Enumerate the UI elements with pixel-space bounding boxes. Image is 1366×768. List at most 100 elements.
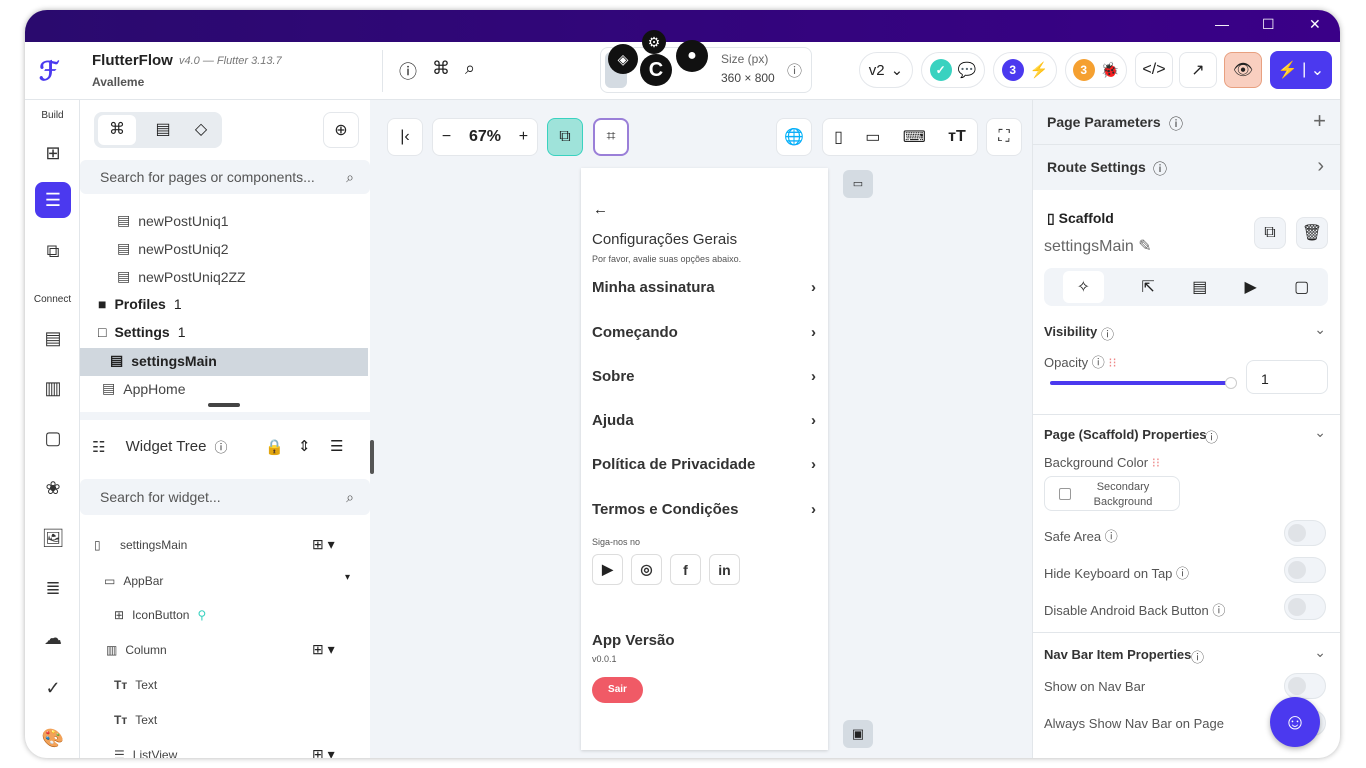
- add-icon[interactable]: +: [1313, 108, 1326, 134]
- settings-item[interactable]: Sobre ›: [592, 368, 816, 385]
- disable-back-toggle[interactable]: [1284, 594, 1326, 620]
- resize-handle[interactable]: [208, 403, 240, 407]
- image-icon[interactable]: 🖼: [35, 520, 71, 556]
- components-tab-icon[interactable]: ▤: [148, 115, 178, 145]
- lock-icon[interactable]: 🔒: [265, 438, 284, 456]
- media-icon[interactable]: ▢: [35, 420, 71, 456]
- theme-icon[interactable]: ❀: [35, 470, 71, 506]
- add-child-icon[interactable]: ⊞ ▾: [312, 641, 335, 658]
- edit-icon[interactable]: ✎: [1138, 238, 1151, 255]
- chevron-right-icon[interactable]: ›: [1317, 155, 1324, 178]
- doc-tab-icon[interactable]: ▢: [1294, 277, 1309, 297]
- cloud-icon[interactable]: ☁: [35, 620, 71, 656]
- chevron-down-icon[interactable]: ⌄: [1314, 424, 1326, 441]
- page-item[interactable]: ▤ newPostUniq2ZZ: [117, 268, 246, 285]
- folder-item[interactable]: □ Settings 1: [98, 324, 186, 340]
- tree-nodes-icon[interactable]: ⛶: [986, 118, 1022, 156]
- appbar-toggle-icon[interactable]: ▭: [843, 170, 873, 198]
- palette-icon[interactable]: 🎨: [35, 720, 71, 756]
- keyboard-icon[interactable]: ⌨: [903, 127, 926, 147]
- logout-button[interactable]: Sair: [592, 677, 643, 703]
- text-scale-icon[interactable]: тT: [948, 128, 966, 146]
- pages-tab-icon[interactable]: ⌘: [98, 115, 136, 145]
- widget-search-input[interactable]: Search for widget... ⌕: [80, 479, 370, 515]
- opacity-slider-thumb[interactable]: [1225, 377, 1237, 389]
- opacity-input[interactable]: 1: [1246, 360, 1328, 394]
- settings-item[interactable]: Começando ›: [592, 324, 816, 341]
- info-icon[interactable]: ⓘ: [1169, 114, 1183, 134]
- add-child-icon[interactable]: ⊞ ▾: [312, 536, 335, 553]
- page-selector-icon[interactable]: ☰: [35, 182, 71, 218]
- add-child-icon[interactable]: ⊞ ▾: [312, 746, 335, 758]
- settings-item[interactable]: Ajuda ›: [592, 412, 816, 429]
- safe-area-toggle[interactable]: [1284, 520, 1326, 546]
- route-settings-row[interactable]: Route Settings ⓘ ›: [1033, 145, 1340, 190]
- database-icon[interactable]: ▤: [35, 320, 71, 356]
- toggle-layers-icon[interactable]: ⧉: [547, 118, 583, 156]
- play-tab-icon[interactable]: ▶: [1245, 277, 1257, 297]
- properties-tab-icon[interactable]: ✧: [1062, 271, 1105, 303]
- navbar-toggle-icon[interactable]: ▣: [843, 720, 873, 748]
- chevron-down-icon[interactable]: ⌄: [1314, 644, 1326, 661]
- info-icon[interactable]: ⓘ: [215, 437, 228, 456]
- run-button[interactable]: ⚡ | ⌄: [1270, 51, 1332, 89]
- tree-node[interactable]: ▥ Column: [106, 643, 167, 657]
- back-arrow-icon[interactable]: ←: [593, 201, 608, 218]
- hide-keyboard-toggle[interactable]: [1284, 557, 1326, 583]
- info-icon[interactable]: ⓘ: [787, 60, 802, 81]
- facebook-icon[interactable]: f: [670, 554, 701, 585]
- page-search-input[interactable]: Search for pages or components... ⌕: [80, 160, 370, 194]
- tree-node[interactable]: ▯ settingsMain: [94, 538, 187, 552]
- linkedin-icon[interactable]: in: [709, 554, 740, 585]
- storyboard-icon[interactable]: ⧉: [35, 233, 71, 269]
- close-icon[interactable]: ✕: [1309, 16, 1321, 33]
- settings-item[interactable]: Termos e Condições ›: [592, 501, 816, 518]
- variable-icon[interactable]: ⁝⁝: [1152, 455, 1160, 470]
- maximize-icon[interactable]: ☐: [1262, 16, 1275, 33]
- info-icon[interactable]: ⓘ: [1205, 427, 1218, 446]
- add-widget-icon[interactable]: ⊞: [35, 135, 71, 171]
- gem-tab-icon[interactable]: ◇: [186, 115, 216, 145]
- actions-tab-icon[interactable]: ⇱: [1141, 277, 1154, 297]
- status-button[interactable]: ✓ 💬: [921, 52, 985, 88]
- version-select[interactable]: v2 ⌄: [859, 52, 913, 88]
- flutterflow-overlay-icon[interactable]: ◈: [608, 44, 638, 74]
- api-icon[interactable]: ▥: [35, 370, 71, 406]
- tree-node[interactable]: ☰ ListView: [114, 748, 177, 758]
- tree-node[interactable]: ▭ AppBar: [104, 574, 163, 588]
- delete-icon[interactable]: 🗑: [1296, 217, 1328, 249]
- settings-item[interactable]: Minha assinatura ›: [592, 279, 816, 296]
- code-icon[interactable]: </>: [1135, 52, 1173, 88]
- zoom-in-icon[interactable]: +: [519, 128, 528, 146]
- page-item[interactable]: ▤ newPostUniq1: [117, 212, 229, 229]
- chevron-down-icon[interactable]: ▾: [345, 572, 350, 583]
- collapse-panel-icon[interactable]: |‹: [387, 118, 423, 156]
- refresh-icon[interactable]: C: [640, 54, 672, 86]
- tree-node[interactable]: Tт Text: [114, 678, 157, 692]
- info-icon[interactable]: ⓘ: [1101, 324, 1114, 343]
- chat-support-icon[interactable]: ☺: [1270, 697, 1320, 747]
- globe-icon[interactable]: 🌐: [776, 118, 812, 156]
- copy-icon[interactable]: ⧉: [1254, 217, 1286, 249]
- github-icon[interactable]: ●: [676, 40, 708, 72]
- project-name[interactable]: Avalleme: [92, 75, 144, 89]
- page-item[interactable]: ▤ AppHome: [102, 380, 186, 397]
- show-nav-toggle[interactable]: [1284, 673, 1326, 699]
- preview-eye-icon[interactable]: 👁: [1224, 52, 1262, 88]
- info-icon[interactable]: ⓘ: [1153, 159, 1167, 179]
- search-icon[interactable]: ⌕: [465, 58, 475, 79]
- page-parameters-row[interactable]: Page Parameters ⓘ +: [1033, 100, 1340, 145]
- chevron-down-icon[interactable]: ⌄: [1314, 321, 1326, 338]
- expand-icon[interactable]: ⇕: [298, 437, 311, 455]
- backend-tab-icon[interactable]: ▤: [1192, 277, 1207, 297]
- test-icon[interactable]: ✓: [35, 670, 71, 706]
- folder-item[interactable]: ■ Profiles 1: [98, 296, 182, 312]
- bugs-button[interactable]: 3 🐞: [1065, 52, 1127, 88]
- open-external-icon[interactable]: ↗: [1179, 52, 1217, 88]
- toggle-code-icon[interactable]: ⌗: [593, 118, 629, 156]
- collapse-all-icon[interactable]: ☰: [330, 437, 343, 455]
- instagram-icon[interactable]: ◎: [631, 554, 662, 585]
- tree-node[interactable]: ⊞ IconButton ⚲: [114, 608, 206, 622]
- page-item[interactable]: ▤ newPostUniq2: [117, 240, 229, 257]
- phone-icon[interactable]: ▯: [834, 127, 843, 147]
